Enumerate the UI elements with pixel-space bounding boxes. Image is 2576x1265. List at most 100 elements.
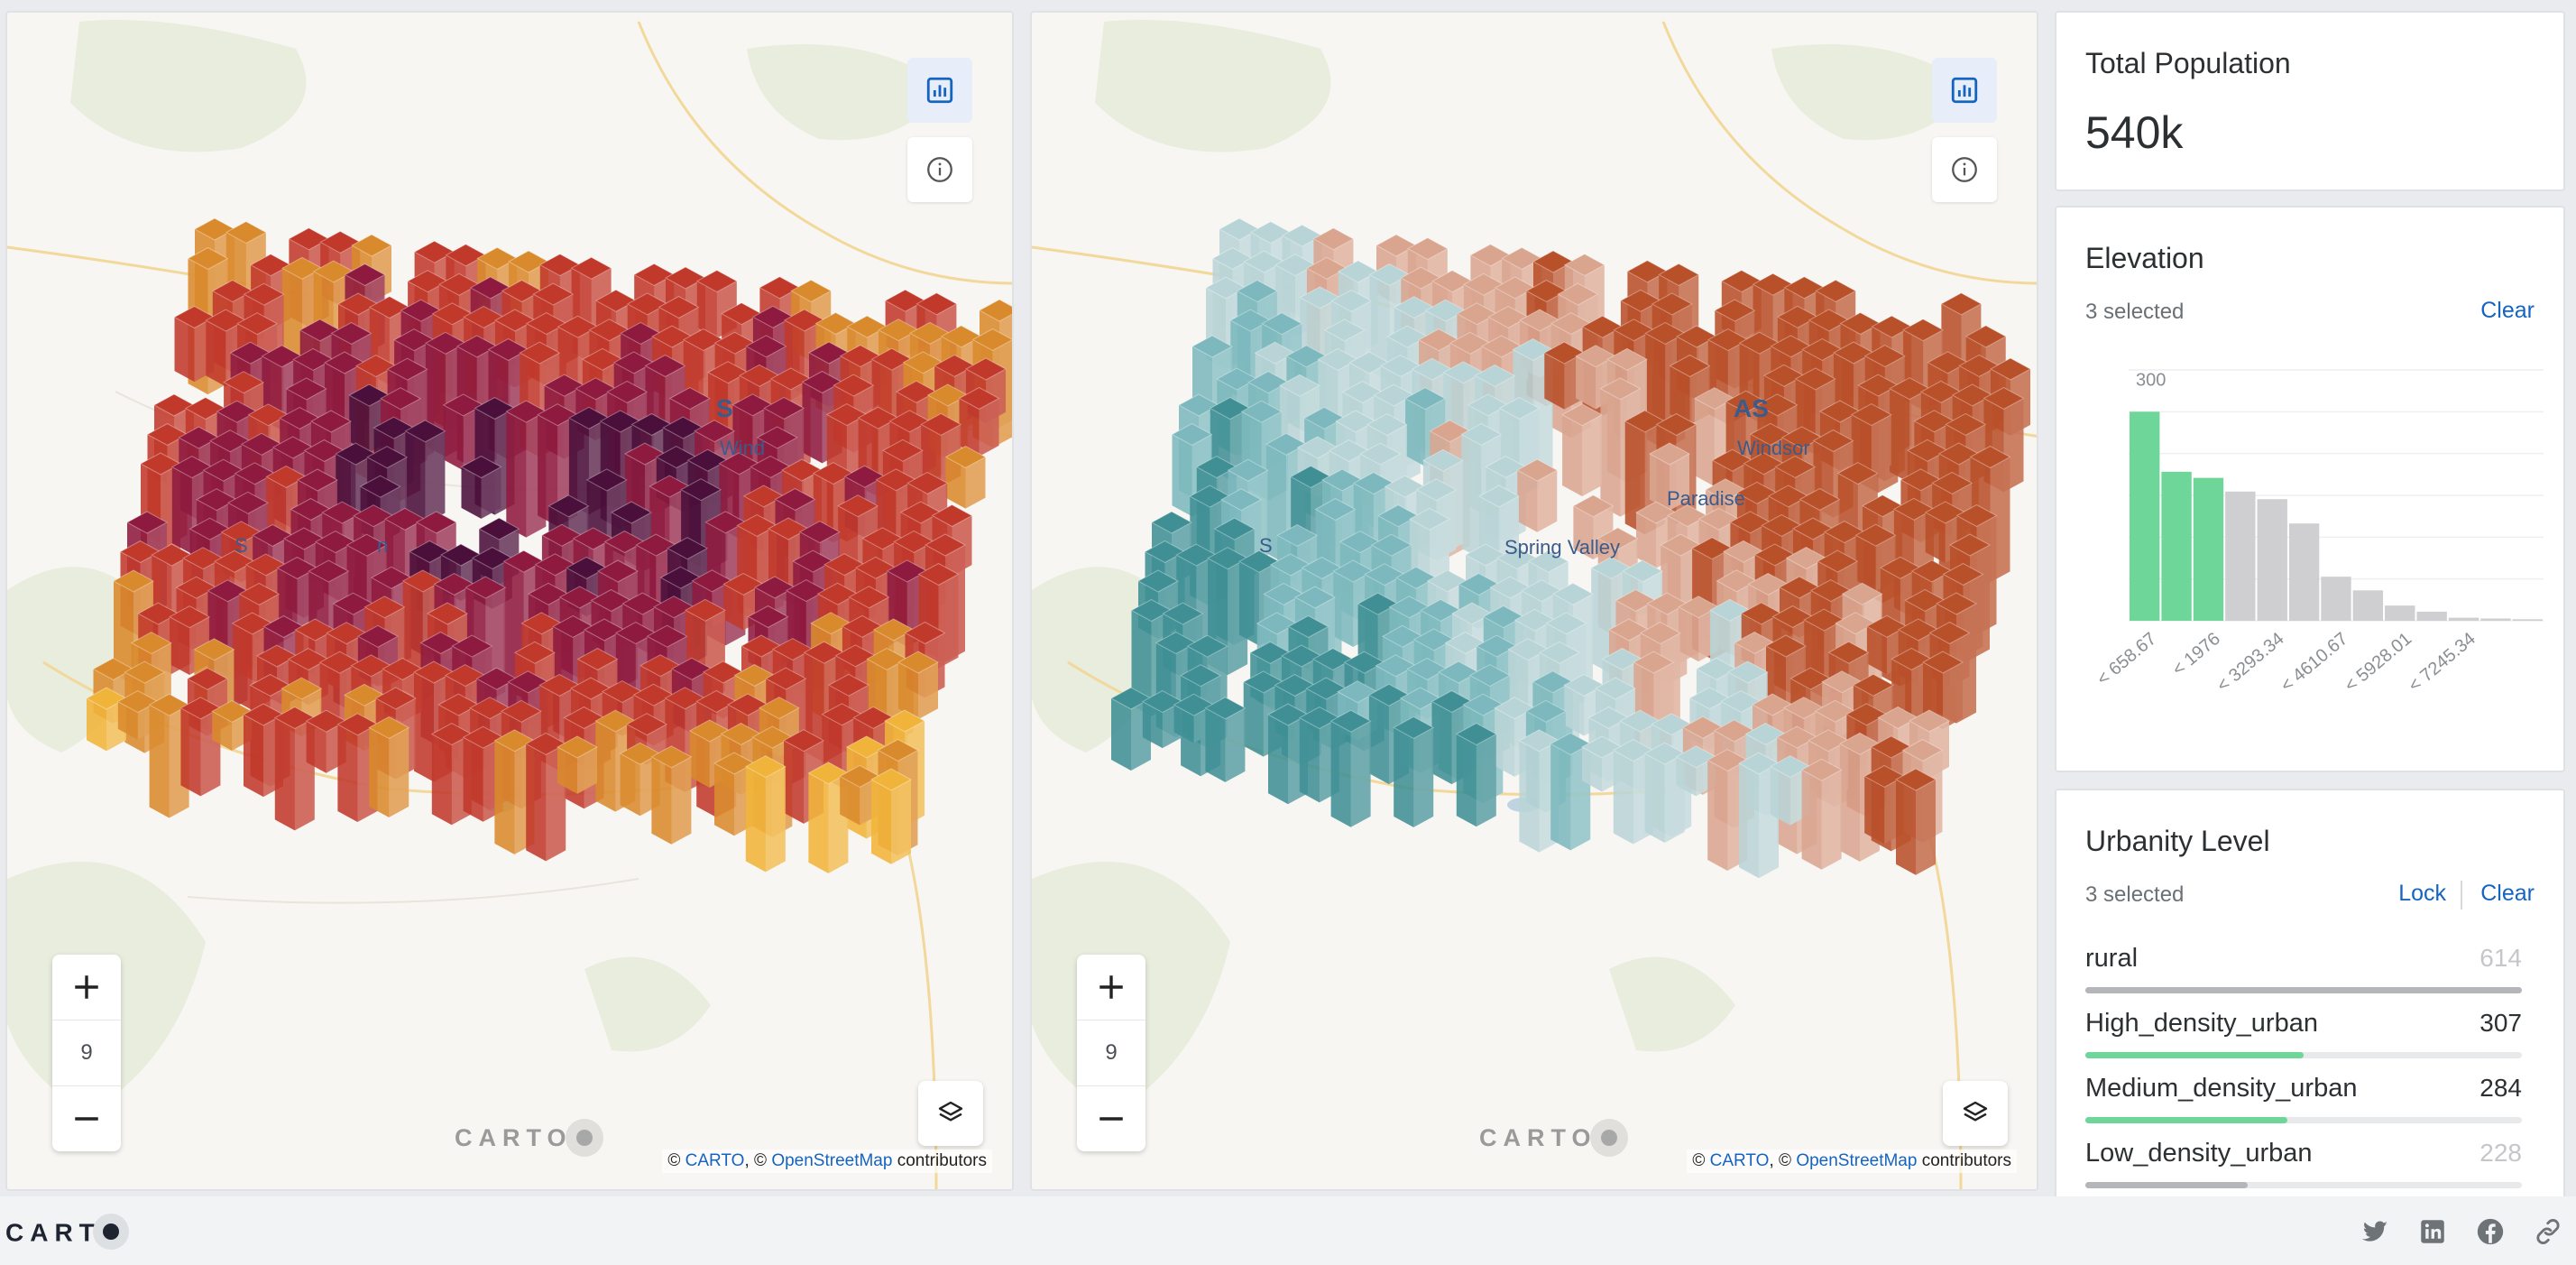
plus-icon xyxy=(75,975,98,999)
map-label: Spring Valley xyxy=(1504,536,1620,559)
linkedin-icon[interactable] xyxy=(2417,1216,2448,1247)
zoom-in-button[interactable] xyxy=(1077,955,1145,1020)
layers-icon xyxy=(1963,1101,1988,1122)
widgets-toggle-button[interactable] xyxy=(1932,58,1997,123)
widget-title: Elevation xyxy=(2085,242,2204,274)
hex-column-shade xyxy=(1225,707,1246,782)
histogram-bar[interactable] xyxy=(2288,523,2320,621)
minus-icon xyxy=(75,1117,98,1121)
histogram-bar[interactable] xyxy=(2130,411,2160,621)
layers-icon xyxy=(938,1101,963,1122)
widget-title: Total Population xyxy=(2085,47,2291,79)
histogram-bar[interactable] xyxy=(2480,618,2511,621)
facebook-icon[interactable] xyxy=(2475,1216,2506,1247)
hex-column-shade xyxy=(891,780,911,864)
urbanity-widget: Urbanity Level 3 selected Lock Clear rur… xyxy=(2055,789,2565,1204)
category-bar-fill xyxy=(2085,1052,2304,1058)
histogram-bar[interactable] xyxy=(2448,617,2479,621)
histogram-bar[interactable] xyxy=(2352,590,2384,621)
category-bar-track xyxy=(2085,1182,2522,1188)
clear-button[interactable]: Clear xyxy=(2480,298,2535,324)
x-tick-label: < 5928.01 xyxy=(2341,629,2415,696)
osm-link[interactable]: OpenStreetMap xyxy=(1796,1151,1917,1170)
x-tick-label: < 4610.67 xyxy=(2277,629,2352,696)
category-bar-track xyxy=(2085,1117,2522,1123)
histogram-bar[interactable] xyxy=(2257,499,2287,621)
category-row[interactable]: High_density_urban 307 xyxy=(2085,1009,2522,1063)
category-row[interactable]: rural 614 xyxy=(2085,944,2522,998)
plus-icon xyxy=(1099,975,1123,999)
layers-button[interactable] xyxy=(1943,1081,2008,1146)
basemap-right: AS Windsor Paradise Spring Valley S xyxy=(1032,20,2037,1189)
zoom-in-button[interactable] xyxy=(52,955,121,1020)
category-row[interactable]: Low_density_urban 228 xyxy=(2085,1139,2522,1193)
map-label: Paradise xyxy=(1667,487,1745,510)
x-tick-label: < 3293.34 xyxy=(2213,629,2288,696)
carto-logo[interactable]: CART xyxy=(5,1214,129,1252)
map-right[interactable]: AS Windsor Paradise Spring Valley S 9 CA… xyxy=(1030,11,2038,1191)
zoom-control: 9 xyxy=(1077,955,1145,1151)
osm-link[interactable]: OpenStreetMap xyxy=(771,1151,892,1170)
category-name: Medium_density_urban xyxy=(2085,1074,2358,1103)
category-bar-fill xyxy=(2085,987,2522,993)
lock-button[interactable]: Lock xyxy=(2398,881,2446,907)
elevation-histogram[interactable]: 300 < 658.67 < 1976< 3293.34< 4610.67< 592… xyxy=(2075,343,2553,758)
x-tick-label: < 658.67 xyxy=(2093,629,2160,689)
map-label: AS xyxy=(1734,394,1769,422)
link-icon[interactable] xyxy=(2533,1216,2563,1247)
info-button[interactable] xyxy=(907,137,972,202)
hex-column-shade xyxy=(765,766,786,873)
hex-column-shade xyxy=(425,430,446,524)
hex-column-shade xyxy=(1350,721,1371,827)
layers-button[interactable] xyxy=(918,1081,983,1146)
histogram-bar[interactable] xyxy=(2416,611,2447,621)
carto-logo-text: CART xyxy=(5,1218,101,1247)
zoom-out-button[interactable] xyxy=(52,1086,121,1151)
bar-chart-icon xyxy=(926,77,953,104)
map-label: Windsor xyxy=(1737,437,1810,459)
basemap-left: S Wind S n xyxy=(7,20,1012,1189)
selection-count: 3 selected xyxy=(2085,882,2185,907)
zoom-control: 9 xyxy=(52,955,121,1151)
zoom-level: 9 xyxy=(52,1020,121,1086)
hex-column-shade xyxy=(1916,780,1936,875)
attribution-suffix: contributors xyxy=(1917,1151,2011,1170)
attribution-suffix: contributors xyxy=(892,1151,987,1170)
histogram-bar[interactable] xyxy=(2385,605,2415,621)
map-label: S xyxy=(235,534,248,557)
hex-column-shade xyxy=(1582,414,1603,496)
hex-column-shade xyxy=(1413,727,1434,827)
histogram-bar[interactable] xyxy=(2225,491,2256,621)
histogram-bar[interactable] xyxy=(2193,477,2224,621)
x-tick-label: < 1976 xyxy=(2168,629,2223,680)
category-bar-fill xyxy=(2085,1182,2248,1188)
total-population-widget: Total Population 540k xyxy=(2055,11,2565,191)
carto-link[interactable]: CARTO xyxy=(685,1151,745,1170)
twitter-icon[interactable] xyxy=(2360,1216,2390,1247)
zoom-out-button[interactable] xyxy=(1077,1086,1145,1151)
info-button[interactable] xyxy=(1932,137,1997,202)
histogram-bar[interactable] xyxy=(2321,577,2351,621)
clear-button[interactable]: Clear xyxy=(2480,881,2535,907)
category-bar-track xyxy=(2085,1052,2522,1058)
category-row[interactable]: Medium_density_urban 284 xyxy=(2085,1074,2522,1128)
carto-link[interactable]: CARTO xyxy=(1710,1151,1770,1170)
hex-column-shade xyxy=(1476,734,1496,827)
widgets-toggle-button[interactable] xyxy=(907,58,972,123)
attribution-prefix: © xyxy=(667,1151,685,1170)
map-label: Wind xyxy=(720,437,765,459)
total-population-value: 540k xyxy=(2085,107,2184,158)
carto-watermark: CARTO xyxy=(455,1119,603,1159)
carto-watermark-text: CARTO xyxy=(1479,1124,1597,1152)
map-label: S xyxy=(716,394,733,422)
carto-watermark: CARTO xyxy=(1479,1119,1628,1159)
histogram-bar[interactable] xyxy=(2512,619,2543,621)
info-icon xyxy=(1952,157,1977,182)
hex-layer-left xyxy=(85,217,1012,873)
map-left[interactable]: S Wind S n 9 CARTO © CARTO, © OpenStreet… xyxy=(5,11,1014,1191)
attribution-separator: , © xyxy=(1769,1151,1797,1170)
histogram-bar[interactable] xyxy=(2161,471,2192,621)
carto-watermark-text: CARTO xyxy=(455,1124,573,1152)
bar-chart-icon xyxy=(1951,77,1978,104)
footer: CART xyxy=(0,1196,2576,1265)
